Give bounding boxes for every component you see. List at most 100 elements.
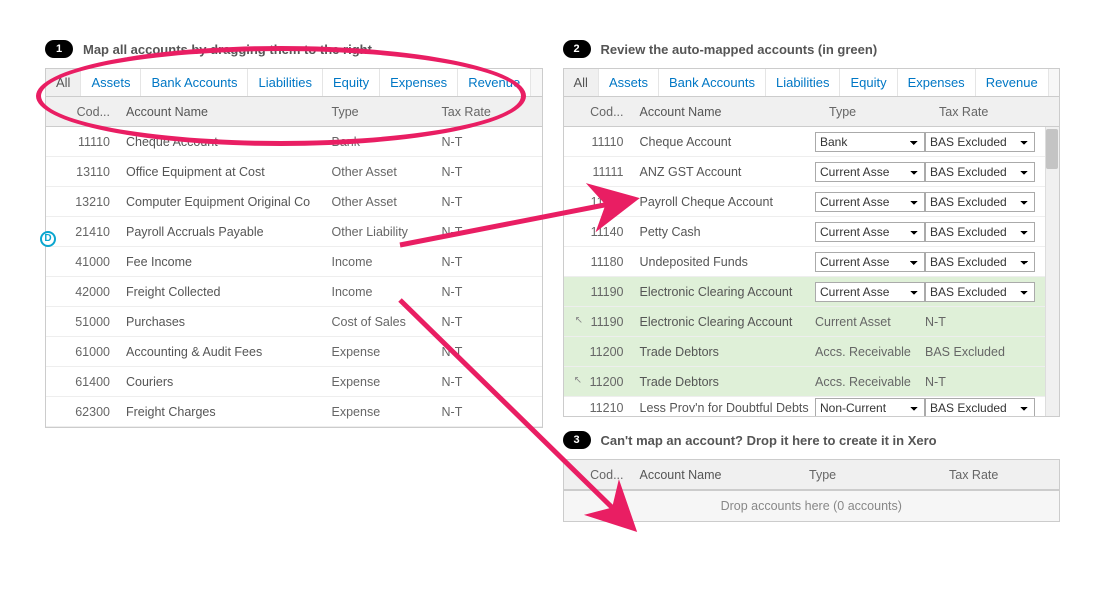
cell-name: Purchases: [126, 315, 332, 329]
tab2-equity[interactable]: Equity: [840, 69, 897, 96]
scrollbar-thumb[interactable]: [1046, 129, 1058, 169]
table-row[interactable]: 11180Undeposited FundsCurrent AsseBAS Ex…: [564, 247, 1046, 277]
cell-type: Cost of Sales: [332, 315, 442, 329]
table-row[interactable]: 11140Petty CashCurrent AsseBAS Excluded: [564, 217, 1046, 247]
step3-thead: Cod... Account Name Type Tax Rate: [564, 460, 1060, 490]
type-select[interactable]: Current Asse: [815, 162, 925, 182]
cell-tax: N-T: [442, 195, 532, 209]
type-select[interactable]: Current Asse: [815, 222, 925, 242]
table-row[interactable]: 11110Cheque AccountBankBAS Excluded: [564, 127, 1046, 157]
step1-thead: Cod... Account Name Type Tax Rate: [46, 97, 542, 127]
col2-tax: Tax Rate: [939, 105, 1049, 119]
cell-code: 11180: [584, 255, 640, 269]
cell-tax: N-T: [442, 165, 532, 179]
tab-expenses[interactable]: Expenses: [380, 69, 458, 96]
table-row[interactable]: 13110Office Equipment at CostOther Asset…: [46, 157, 542, 187]
type-select[interactable]: Bank: [815, 132, 925, 152]
type-select[interactable]: Non-Current: [815, 398, 925, 418]
tab2-bank-accounts[interactable]: Bank Accounts: [659, 69, 766, 96]
table-row[interactable]: ↖11190Electronic Clearing AccountCurrent…: [564, 307, 1046, 337]
cell-name: Office Equipment at Cost: [126, 165, 332, 179]
tab2-all[interactable]: All: [564, 69, 599, 96]
cell-code: 11210: [584, 401, 640, 415]
cell-tax: N-T: [442, 135, 532, 149]
tab-revenue[interactable]: Revenue: [458, 69, 531, 96]
tab2-assets[interactable]: Assets: [599, 69, 659, 96]
cell-code: D21410: [66, 225, 126, 239]
step2-thead: Cod... Account Name Type Tax Rate: [564, 97, 1060, 127]
tax-select[interactable]: BAS Excluded: [925, 132, 1035, 152]
drop-zone[interactable]: Drop accounts here (0 accounts): [563, 491, 1061, 522]
cell-tax: N-T: [442, 255, 532, 269]
tab2-revenue[interactable]: Revenue: [976, 69, 1049, 96]
scrollbar-track[interactable]: [1045, 127, 1059, 416]
table-row[interactable]: ↖11200Trade DebtorsAccs. ReceivableN-T: [564, 367, 1046, 397]
tax-select[interactable]: BAS Excluded: [925, 252, 1035, 272]
tab-liabilities[interactable]: Liabilities: [248, 69, 322, 96]
table-row[interactable]: 62300Freight ChargesExpenseN-T: [46, 397, 542, 427]
table-row[interactable]: 13210Computer Equipment Original CoOther…: [46, 187, 542, 217]
cell-tax: N-T: [442, 285, 532, 299]
cell-code: 11110: [584, 135, 640, 149]
table-row[interactable]: 11110Cheque AccountBankN-T: [46, 127, 542, 157]
cell-name: Computer Equipment Original Co: [126, 195, 332, 209]
step2-table: Cod... Account Name Type Tax Rate: [563, 96, 1061, 127]
tax-select[interactable]: BAS Excluded: [925, 192, 1035, 212]
cell-code: ↖11190: [584, 315, 640, 329]
table-row[interactable]: 51000PurchasesCost of SalesN-T: [46, 307, 542, 337]
col3-code: Cod...: [584, 468, 640, 482]
table-row[interactable]: 11200Trade DebtorsAccs. ReceivableBAS Ex…: [564, 337, 1046, 367]
cell-type: Expense: [332, 405, 442, 419]
d-marker-icon: D: [40, 231, 56, 247]
cell-name: Payroll Cheque Account: [640, 195, 816, 209]
type-select[interactable]: Current Asse: [815, 192, 925, 212]
cell-name: Electronic Clearing Account: [640, 315, 816, 329]
step2-panel: 2 Review the auto-mapped accounts (in gr…: [563, 40, 1061, 417]
table-row[interactable]: 61400CouriersExpenseN-T: [46, 367, 542, 397]
step2-scroll[interactable]: 11110Cheque AccountBankBAS Excluded11111…: [563, 127, 1061, 417]
cell-code: ↖11200: [584, 375, 640, 389]
tab-assets[interactable]: Assets: [81, 69, 141, 96]
tab2-liabilities[interactable]: Liabilities: [766, 69, 840, 96]
cell-name: Undeposited Funds: [640, 255, 816, 269]
cell-name: Freight Collected: [126, 285, 332, 299]
tab-equity[interactable]: Equity: [323, 69, 380, 96]
cell-code: 61000: [66, 345, 126, 359]
col-type: Type: [332, 105, 442, 119]
cell-name: Accounting & Audit Fees: [126, 345, 332, 359]
step1-badge: 1: [45, 40, 73, 58]
tax-select[interactable]: BAS Excluded: [925, 222, 1035, 242]
cell-tax: N-T: [925, 315, 946, 329]
step3-table: Cod... Account Name Type Tax Rate: [563, 459, 1061, 491]
table-row[interactable]: D21410Payroll Accruals PayableOther Liab…: [46, 217, 542, 247]
type-select[interactable]: Current Asse: [815, 252, 925, 272]
nw-arrow-icon: ↖: [574, 375, 582, 386]
cell-type: Other Liability: [332, 225, 442, 239]
step2-title: Review the auto-mapped accounts (in gree…: [601, 42, 878, 57]
col3-name: Account Name: [640, 468, 810, 482]
cell-type: Expense: [332, 345, 442, 359]
cell-code: 13110: [66, 165, 126, 179]
table-row[interactable]: 11210Less Prov'n for Doubtful DebtsNon-C…: [564, 397, 1046, 417]
nw-arrow-icon: ↖: [575, 315, 583, 326]
table-row[interactable]: 41000Fee IncomeIncomeN-T: [46, 247, 542, 277]
cell-code: 11111: [584, 165, 640, 179]
tab-bank-accounts[interactable]: Bank Accounts: [141, 69, 248, 96]
col-code: Cod...: [66, 105, 126, 119]
tab-all[interactable]: All: [46, 69, 81, 96]
step3-title: Can't map an account? Drop it here to cr…: [601, 433, 937, 448]
step1-panel: 1 Map all accounts by dragging them to t…: [45, 40, 543, 522]
table-row[interactable]: 42000Freight CollectedIncomeN-T: [46, 277, 542, 307]
table-row[interactable]: 11120Payroll Cheque AccountCurrent AsseB…: [564, 187, 1046, 217]
tax-select[interactable]: BAS Excluded: [925, 162, 1035, 182]
tab2-expenses[interactable]: Expenses: [898, 69, 976, 96]
table-row[interactable]: 11190Electronic Clearing AccountCurrent …: [564, 277, 1046, 307]
tax-select[interactable]: BAS Excluded: [925, 398, 1035, 418]
table-row[interactable]: 11111ANZ GST AccountCurrent AsseBAS Excl…: [564, 157, 1046, 187]
col2-name: Account Name: [640, 105, 830, 119]
type-select[interactable]: Current Asse: [815, 282, 925, 302]
cell-code: 11110: [66, 135, 126, 149]
step2-badge: 2: [563, 40, 591, 58]
table-row[interactable]: 61000Accounting & Audit FeesExpenseN-T: [46, 337, 542, 367]
tax-select[interactable]: BAS Excluded: [925, 282, 1035, 302]
